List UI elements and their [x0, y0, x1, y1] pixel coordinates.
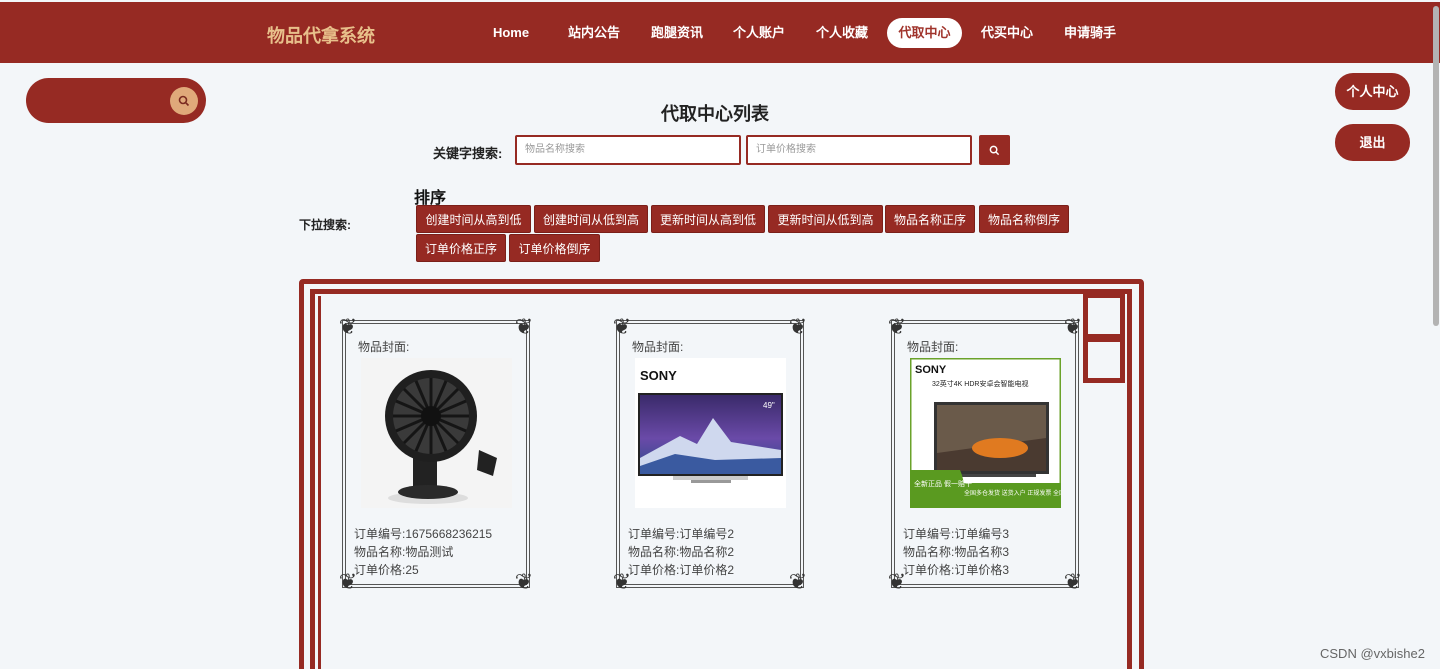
item-cover-image[interactable]: SONY 32英寸4K HDR安卓会智能电视 全新正品 假一赔十 全国多仓发货 … — [910, 358, 1061, 508]
tv-brand-text: SONY — [915, 364, 947, 376]
frame-corner-box — [1083, 337, 1125, 383]
order-price: 订单价格:订单价格2 — [628, 563, 735, 577]
order-number: 订单编号:订单编号2 — [628, 527, 735, 541]
ornament-icon: ❦ — [1063, 569, 1083, 594]
item-cover-image[interactable]: SONY 49" — [635, 358, 786, 508]
order-price-search-input[interactable]: 订单价格搜索 — [746, 135, 972, 165]
ornament-icon: ❦ — [514, 569, 534, 594]
ornament-icon: ❦ — [1063, 314, 1083, 339]
nav-home[interactable]: Home — [481, 18, 541, 48]
tv-ad-badge: 全新正品 假一赔十 — [914, 479, 972, 488]
ornament-icon: ❦ — [887, 314, 907, 339]
ornament-icon: ❦ — [788, 569, 808, 594]
dropdown-search-label: 下拉搜索: — [299, 218, 351, 232]
order-number: 订单编号:1675668236215 — [354, 527, 493, 541]
order-price: 订单价格:订单价格3 — [903, 563, 1010, 577]
item-name: 物品名称:物品名称2 — [628, 545, 735, 559]
top-nav-bar: 物品代拿系统 Home 站内公告 跑腿资讯 个人账户 个人收藏 代取中心 代买中… — [0, 2, 1440, 63]
nav-apply-rider[interactable]: 申请骑手 — [1057, 18, 1123, 48]
item-card[interactable]: ❦ ❦ ❦ ❦ 物品封面: SONY 32英寸4K HDR安卓会智能电视 全新正… — [886, 316, 1084, 593]
nav-favorites[interactable]: 个人收藏 — [809, 18, 875, 48]
sort-name-desc[interactable]: 物品名称倒序 — [979, 205, 1069, 233]
ornament-icon: ❦ — [788, 314, 808, 339]
search-icon[interactable] — [170, 87, 198, 115]
watermark: CSDN @vxbishe2 — [1320, 646, 1425, 661]
sort-price-asc[interactable]: 订单价格正序 — [416, 234, 506, 262]
page-title: 代取中心列表 — [661, 104, 769, 124]
search-icon — [989, 145, 1000, 155]
cover-label: 物品封面: — [632, 340, 684, 354]
tv-ad-footer: 全国多仓发货 送货入户 正规发票 全国联保 — [964, 489, 1061, 497]
ornament-icon: ❦ — [612, 314, 632, 339]
item-cover-image[interactable] — [361, 358, 512, 508]
sort-updated-asc[interactable]: 更新时间从低到高 — [768, 205, 883, 233]
order-price: 订单价格:25 — [354, 563, 419, 577]
cover-label: 物品封面: — [907, 340, 959, 354]
frame-corner-box — [1083, 293, 1125, 339]
ornament-icon: ❦ — [514, 314, 534, 339]
sony-tv-image: SONY 49" — [635, 358, 786, 508]
tv-ad-headline: 32英寸4K HDR安卓会智能电视 — [932, 379, 1028, 388]
sidebar-search[interactable] — [26, 78, 206, 123]
desk-fan-image — [361, 358, 512, 508]
nav-pickup-center[interactable]: 代取中心 — [887, 18, 962, 48]
ornament-icon: ❦ — [338, 314, 358, 339]
item-name-search-input[interactable]: 物品名称搜索 — [515, 135, 741, 165]
tv-brand-text: SONY — [640, 368, 677, 383]
brand-title[interactable]: 物品代拿系统 — [267, 22, 375, 48]
cover-label: 物品封面: — [358, 340, 410, 354]
sort-created-desc[interactable]: 创建时间从高到低 — [416, 205, 531, 233]
search-button[interactable] — [979, 135, 1010, 165]
keyword-search-label: 关键字搜索: — [433, 146, 503, 161]
item-card[interactable]: ❦ ❦ ❦ ❦ 物品封面: SONY 49" 订单编号:订单编号2 物品名称:物… — [611, 316, 809, 593]
logout-button[interactable]: 退出 — [1335, 124, 1410, 161]
sort-updated-desc[interactable]: 更新时间从高到低 — [651, 205, 765, 233]
vertical-scrollbar[interactable] — [1433, 6, 1439, 326]
sort-name-asc[interactable]: 物品名称正序 — [885, 205, 975, 233]
tv-size-text: 49" — [763, 401, 775, 410]
sort-created-asc[interactable]: 创建时间从低到高 — [534, 205, 648, 233]
item-card[interactable]: ❦ ❦ ❦ ❦ 物品封面: 订单编号:1675668236215 物品名称:物品… — [337, 316, 535, 593]
order-number: 订单编号:订单编号3 — [903, 527, 1010, 541]
nav-errand-news[interactable]: 跑腿资讯 — [644, 18, 710, 48]
profile-button[interactable]: 个人中心 — [1335, 73, 1410, 110]
nav-announcements[interactable]: 站内公告 — [561, 18, 627, 48]
item-name: 物品名称:物品名称3 — [903, 545, 1010, 559]
item-name: 物品名称:物品测试 — [354, 545, 454, 559]
nav-purchase-center[interactable]: 代买中心 — [974, 18, 1040, 48]
sort-price-desc[interactable]: 订单价格倒序 — [509, 234, 600, 262]
nav-personal-account[interactable]: 个人账户 — [726, 18, 792, 48]
sony-tv-ad-image: SONY 32英寸4K HDR安卓会智能电视 全新正品 假一赔十 全国多仓发货 … — [910, 358, 1061, 508]
